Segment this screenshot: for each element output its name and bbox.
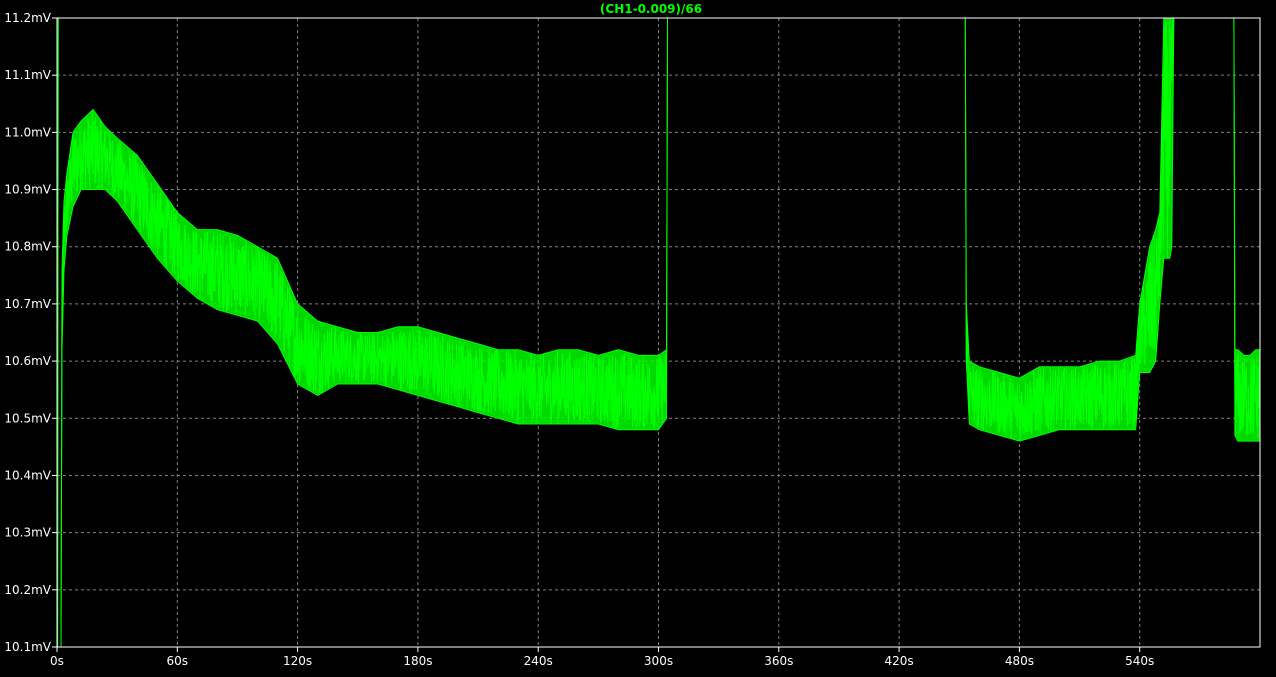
x-tick-label: 240s [524, 654, 553, 668]
x-tick-label: 300s [644, 654, 673, 668]
y-tick-label: 10.2mV [4, 583, 51, 597]
x-tick-label: 180s [403, 654, 432, 668]
chart-svg: 10.1mV 10.2mV 10.3mV 10.4mV 10.5mV 10.6mV 10.7… [0, 0, 1276, 672]
y-tick-label: 10.7mV [4, 297, 51, 311]
y-tick-label: 10.4mV [4, 468, 51, 482]
y-tick-label: 10.6mV [4, 354, 51, 368]
x-tick-label: 420s [885, 654, 914, 668]
y-tick-label: 10.1mV [4, 640, 51, 654]
waveform-plot: 10.1mV 10.2mV 10.3mV 10.4mV 10.5mV 10.6mV 10.7… [0, 0, 1276, 672]
x-tick-label: 540s [1125, 654, 1154, 668]
y-tick-label: 10.9mV [4, 183, 51, 197]
x-tick-label: 360s [764, 654, 793, 668]
trace-line [57, 18, 59, 647]
x-tick-label: 480s [1005, 654, 1034, 668]
y-tick-label: 10.5mV [4, 411, 51, 425]
y-tick-label: 10.3mV [4, 526, 51, 540]
x-tick-label: 0s [50, 654, 64, 668]
x-tick-label: 60s [167, 654, 189, 668]
y-tick-label: 11.2mV [4, 11, 51, 25]
y-tick-label: 11.1mV [4, 68, 51, 82]
y-tick-label: 11.0mV [4, 125, 51, 139]
y-tick-label: 10.8mV [4, 240, 51, 254]
plot-background [0, 0, 1276, 672]
chart-title: (CH1-0.009)/66 [600, 2, 702, 16]
x-tick-label: 120s [283, 654, 312, 668]
